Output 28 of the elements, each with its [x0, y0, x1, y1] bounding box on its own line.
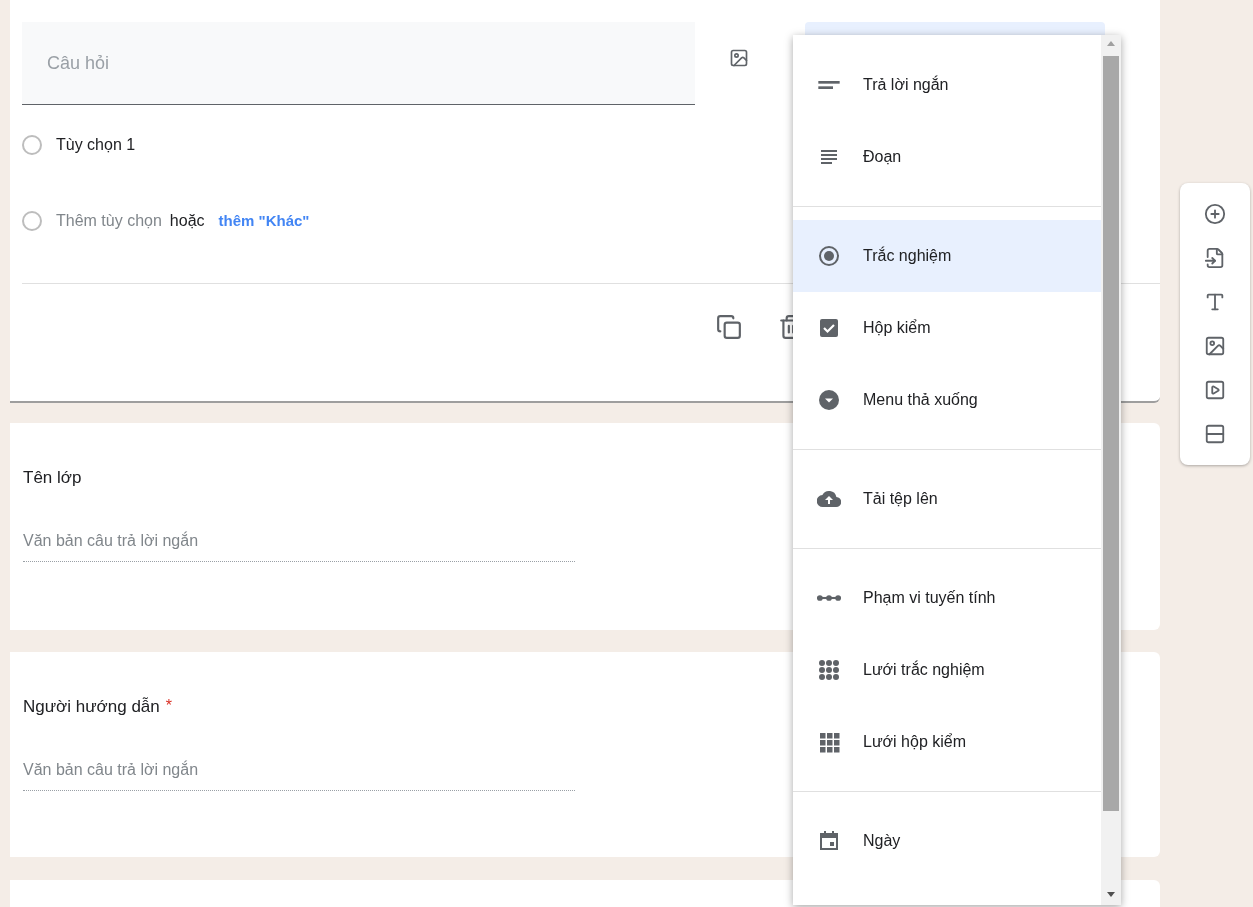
import-icon[interactable]: [1204, 247, 1226, 269]
question-title: Người hướng dẫn: [23, 696, 160, 718]
dropdown-icon: [817, 388, 841, 412]
add-icon[interactable]: [1204, 203, 1226, 225]
title-text-icon[interactable]: [1204, 291, 1226, 313]
add-other-link[interactable]: thêm "Khác": [218, 209, 310, 233]
section-icon[interactable]: [1204, 423, 1226, 445]
calendar-icon: [817, 829, 841, 853]
scroll-thumb[interactable]: [1103, 56, 1119, 811]
copy-icon[interactable]: [716, 314, 742, 340]
image-icon[interactable]: [1204, 335, 1226, 357]
video-icon[interactable]: [1204, 379, 1226, 401]
radio-icon: [817, 244, 841, 268]
required-mark: *: [165, 696, 172, 716]
answer-field: Văn bản câu trả lời ngắn: [23, 528, 575, 562]
add-option-text[interactable]: Thêm tùy chọn: [56, 209, 162, 233]
answer-field: Văn bản câu trả lời ngắn: [23, 757, 575, 791]
question-title: Tên lớp: [23, 467, 82, 489]
option-label: Tùy chọn 1: [56, 135, 136, 155]
image-icon[interactable]: [729, 48, 749, 68]
square-grid-icon: [817, 730, 841, 754]
dot-grid-icon: [817, 658, 841, 682]
short-answer-icon: [817, 81, 841, 89]
checkbox-icon: [817, 316, 841, 340]
scroll-down-icon[interactable]: [1107, 892, 1115, 897]
linear-scale-icon: [817, 595, 841, 601]
or-text: hoặc: [169, 211, 205, 231]
menu-item[interactable]: Trắc nghiệm: [793, 220, 1101, 292]
